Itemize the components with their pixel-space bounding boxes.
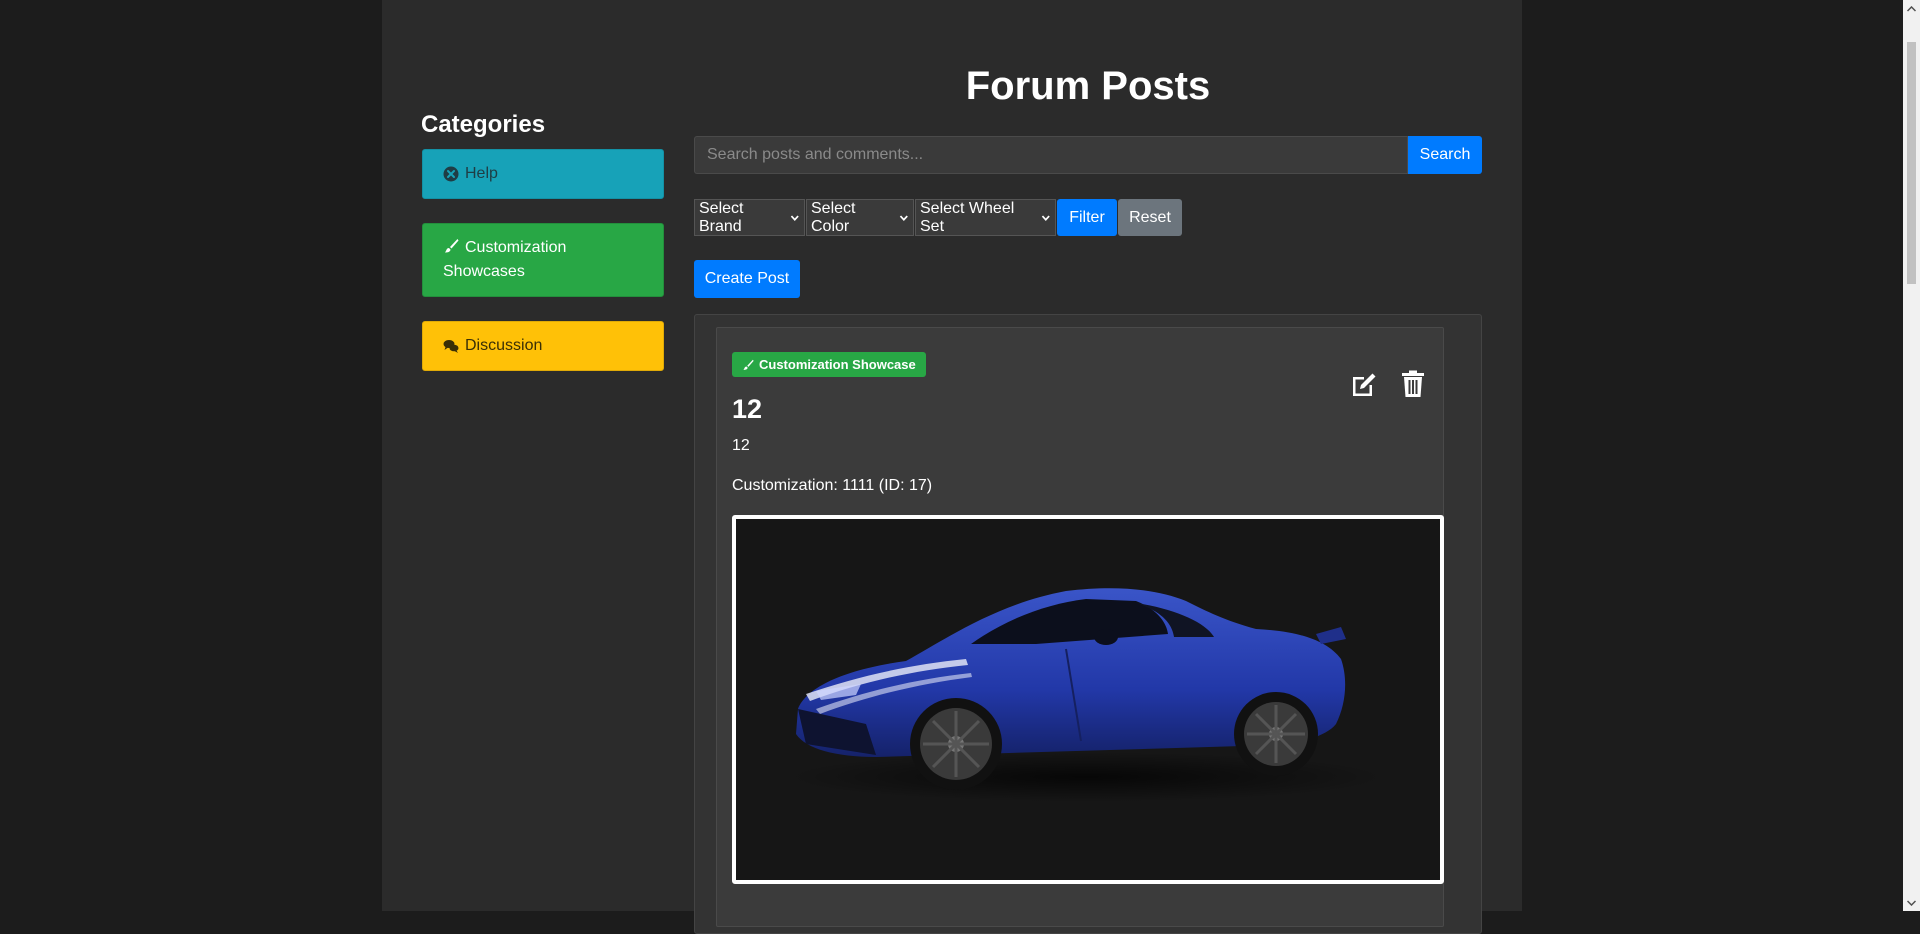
scroll-down-icon[interactable] — [1903, 894, 1920, 911]
reset-button[interactable]: Reset — [1118, 199, 1182, 236]
category-badge-label: Customization Showcase — [759, 357, 916, 372]
category-help-label: Help — [465, 165, 498, 182]
category-badge: Customization Showcase — [732, 352, 926, 377]
wheel-set-select-value: Select Wheel Set — [920, 199, 1015, 235]
category-customization-label: Customization Showcases — [443, 239, 567, 280]
chevron-down-icon — [1042, 215, 1051, 221]
categories-title: Categories — [421, 111, 546, 138]
vertical-scrollbar[interactable] — [1903, 0, 1920, 911]
search-button[interactable]: Search — [1408, 136, 1482, 174]
edit-icon[interactable] — [1350, 371, 1378, 399]
category-discussion-label: Discussion — [465, 337, 543, 354]
car-image — [786, 588, 1386, 802]
scrollbar-thumb[interactable] — [1907, 42, 1916, 284]
comments-icon — [443, 340, 459, 353]
color-select-value: Select Color — [811, 199, 856, 235]
brand-select[interactable]: Select Brand — [694, 199, 805, 236]
filter-button[interactable]: Filter — [1057, 199, 1117, 236]
color-select[interactable]: Select Color — [806, 199, 914, 236]
paint-brush-icon — [743, 359, 754, 370]
category-help-button[interactable]: Help — [422, 149, 664, 199]
chevron-down-icon — [791, 215, 800, 221]
scroll-up-icon[interactable] — [1903, 0, 1920, 17]
category-customization-button[interactable]: Customization Showcases — [422, 223, 664, 297]
brand-select-value: Select Brand — [699, 199, 744, 235]
page-title: Forum Posts — [965, 64, 1211, 108]
create-post-button[interactable]: Create Post — [694, 260, 800, 298]
category-discussion-button[interactable]: Discussion — [422, 321, 664, 371]
post-title: 12 — [732, 394, 763, 424]
post-body: 12 — [732, 437, 750, 454]
times-circle-icon — [443, 166, 459, 182]
wheel-set-select[interactable]: Select Wheel Set — [915, 199, 1056, 236]
post-image[interactable] — [732, 515, 1444, 884]
post-customization: Customization: 1111 (ID: 17) — [732, 477, 933, 494]
category-customization-content: Customization Showcases — [443, 236, 643, 284]
search-input[interactable] — [694, 136, 1408, 174]
trash-icon[interactable] — [1401, 370, 1425, 398]
chevron-down-icon — [900, 214, 909, 221]
paint-brush-icon — [445, 238, 459, 253]
